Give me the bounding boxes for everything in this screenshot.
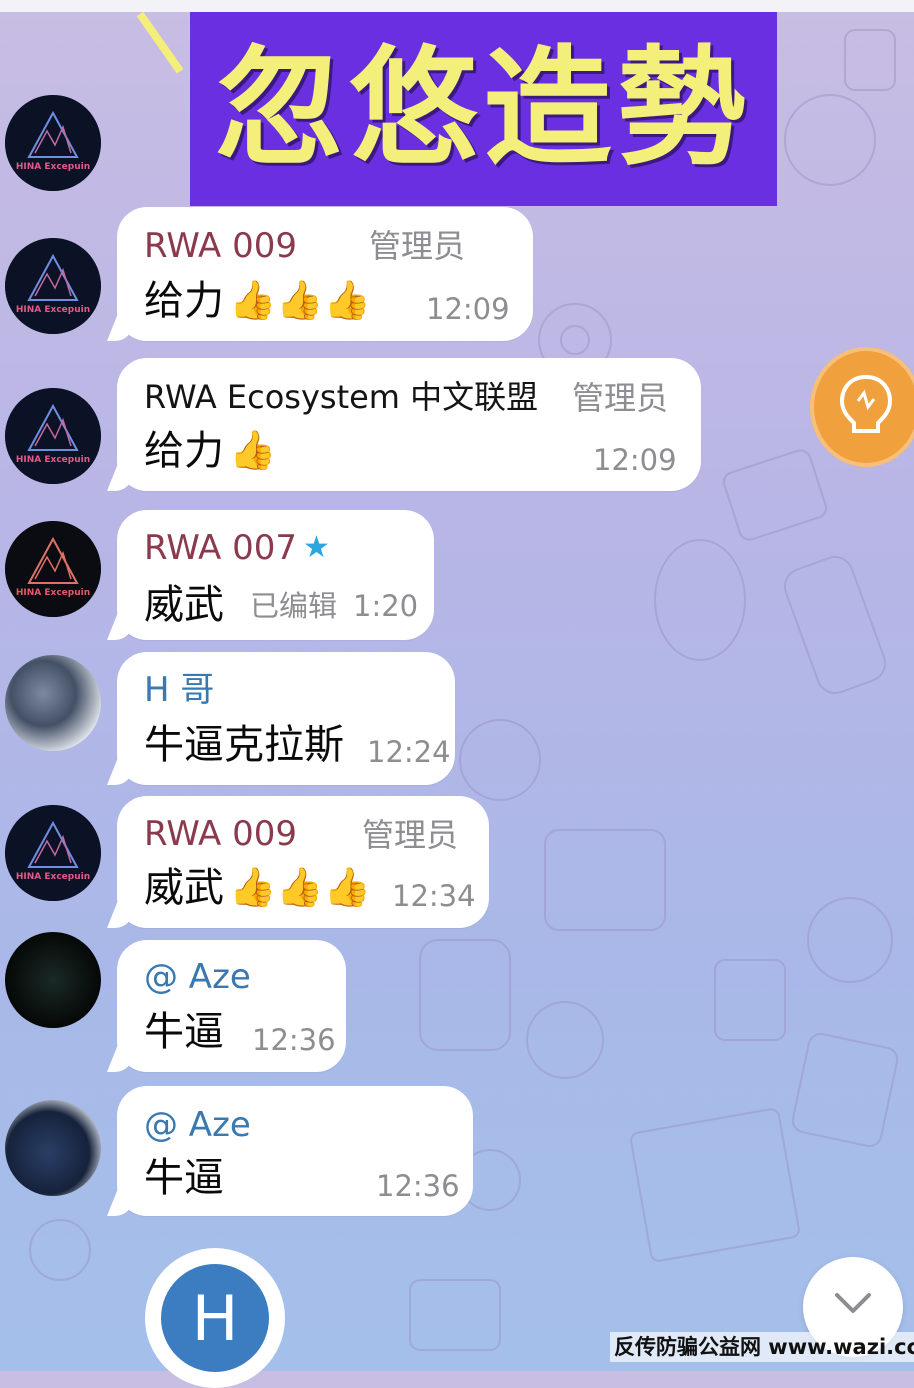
thumbs-up-icon: 👍 bbox=[229, 428, 277, 472]
sender-name[interactable]: RWA 009 bbox=[144, 229, 297, 263]
admin-badge: 管理员 bbox=[362, 816, 459, 854]
message-text: 威武 bbox=[144, 582, 224, 628]
svg-text:HINA Excepuin: HINA Excepuin bbox=[16, 305, 90, 315]
watermark: 反传防骗公益网 www.wazi.cc bbox=[610, 1332, 914, 1362]
message-time: 1:20 bbox=[353, 589, 419, 623]
avatar-hina[interactable]: HINA Excepuin bbox=[5, 388, 101, 484]
svg-text:HINA Excepuin: HINA Excepuin bbox=[16, 872, 90, 882]
star-icon: ★ bbox=[303, 530, 330, 565]
message-text: 威武 bbox=[144, 865, 224, 911]
thumbs-up-icon: 👍👍👍 bbox=[229, 865, 371, 909]
hina-logo-icon: HINA Excepuin bbox=[5, 95, 101, 191]
hina-logo-icon: HINA Excepuin bbox=[5, 238, 101, 334]
avatar-photo[interactable] bbox=[5, 932, 101, 1028]
message-time: 12:09 bbox=[426, 292, 510, 326]
message-text: 牛逼 bbox=[144, 1009, 224, 1055]
message-bubble[interactable]: RWA 007 ★ 威武 已编辑 1:20 bbox=[117, 510, 434, 640]
sender-name[interactable]: @ Aze bbox=[144, 960, 251, 994]
message-bubble[interactable]: RWA 009 管理员 给力 👍👍👍 12:09 bbox=[117, 207, 533, 341]
message-text: 给力 bbox=[144, 278, 224, 324]
message-bubble[interactable]: RWA 009 管理员 威武 👍👍👍 12:34 bbox=[117, 796, 489, 928]
message-time: 12:36 bbox=[376, 1169, 460, 1203]
message-time: 12:34 bbox=[392, 879, 476, 913]
hina-logo-icon: HINA Excepuin bbox=[5, 805, 101, 901]
message-bubble[interactable]: @ Aze 牛逼 12:36 bbox=[117, 940, 346, 1072]
avatar-hina[interactable]: HINA Excepuin bbox=[5, 95, 101, 191]
sender-name[interactable]: RWA Ecosystem 中文联盟 bbox=[144, 381, 538, 413]
admin-badge: 管理员 bbox=[572, 379, 669, 417]
svg-text:HINA Excepuin: HINA Excepuin bbox=[16, 588, 90, 598]
svg-text:HINA Excepuin: HINA Excepuin bbox=[16, 455, 90, 465]
side-action-button[interactable] bbox=[810, 347, 914, 467]
message-text: 牛逼克拉斯 bbox=[144, 722, 344, 768]
message-bubble[interactable]: RWA Ecosystem 中文联盟 管理员 给力 👍 12:09 bbox=[117, 358, 701, 491]
avatar-hina[interactable]: HINA Excepuin bbox=[5, 805, 101, 901]
avatar-photo[interactable] bbox=[5, 655, 101, 751]
hina-logo-icon: HINA Excepuin bbox=[5, 521, 101, 617]
title-banner: 忽悠造勢 bbox=[190, 12, 777, 206]
svg-text:HINA Excepuin: HINA Excepuin bbox=[16, 162, 90, 172]
sender-name[interactable]: RWA 007 bbox=[144, 531, 297, 565]
hina-logo-icon: HINA Excepuin bbox=[5, 388, 101, 484]
message-bubble[interactable]: @ Aze 牛逼 12:36 bbox=[117, 1086, 473, 1216]
avatar-photo[interactable] bbox=[5, 1100, 101, 1196]
sender-name[interactable]: RWA 009 bbox=[144, 817, 297, 851]
avatar-hina-red[interactable]: HINA Excepuin bbox=[5, 521, 101, 617]
compose-avatar-letter: H bbox=[161, 1264, 269, 1372]
avatar-hina[interactable]: HINA Excepuin bbox=[5, 238, 101, 334]
message-time: 12:36 bbox=[252, 1023, 336, 1057]
edited-label: 已编辑 bbox=[250, 589, 338, 623]
message-text: 给力 bbox=[144, 428, 224, 474]
thumbs-up-icon: 👍👍👍 bbox=[229, 278, 371, 322]
lightbulb-icon bbox=[839, 374, 893, 433]
sender-name[interactable]: H 哥 bbox=[144, 673, 214, 707]
sender-name[interactable]: @ Aze bbox=[144, 1108, 251, 1142]
message-time: 12:24 bbox=[367, 735, 451, 769]
admin-badge: 管理员 bbox=[369, 227, 466, 265]
chevron-down-icon bbox=[835, 1293, 871, 1313]
message-text: 牛逼 bbox=[144, 1155, 224, 1201]
compose-avatar[interactable]: H bbox=[145, 1248, 285, 1388]
message-time: 12:09 bbox=[593, 443, 677, 477]
banner-title: 忽悠造勢 bbox=[215, 34, 752, 183]
message-bubble[interactable]: H 哥 牛逼克拉斯 12:24 bbox=[117, 652, 455, 785]
